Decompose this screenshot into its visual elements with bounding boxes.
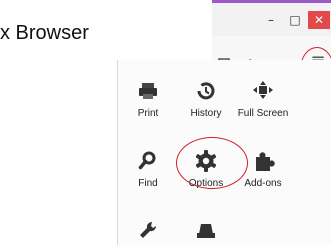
menu-item-private-window[interactable] (176, 220, 236, 248)
private-mask-icon (176, 220, 236, 244)
page-title: x Browser (0, 22, 89, 44)
gear-icon (176, 150, 236, 174)
menu-item-label: Options (188, 178, 224, 189)
menu-item-find[interactable]: Find (118, 150, 178, 189)
menu-item-full-screen[interactable]: Full Screen (233, 80, 293, 119)
menu-item-developer[interactable] (118, 220, 178, 248)
search-icon (118, 150, 178, 174)
puzzle-icon (233, 150, 293, 174)
menu-item-label: Full Screen (237, 108, 289, 119)
menu-item-label: Add-ons (244, 178, 282, 189)
close-button[interactable]: ✕ (308, 11, 330, 29)
wrench-icon (118, 220, 178, 244)
menu-item-label: Print (137, 108, 159, 119)
fullscreen-icon (233, 80, 293, 104)
window-titlebar: – □ ✕ (212, 0, 331, 36)
menu-item-label: History (190, 108, 222, 119)
browser-menu-panel: Print History Full Screen Find Options A… (117, 60, 331, 245)
menu-item-options[interactable]: Options (176, 150, 236, 189)
menu-item-label: Find (138, 178, 158, 189)
menu-item-history[interactable]: History (176, 80, 236, 119)
maximize-button[interactable]: □ (284, 11, 306, 29)
menu-item-add-ons[interactable]: Add-ons (233, 150, 293, 189)
menu-item-print[interactable]: Print (118, 80, 178, 119)
printer-icon (118, 80, 178, 104)
history-icon (176, 80, 236, 104)
minimize-button[interactable]: – (260, 11, 282, 29)
